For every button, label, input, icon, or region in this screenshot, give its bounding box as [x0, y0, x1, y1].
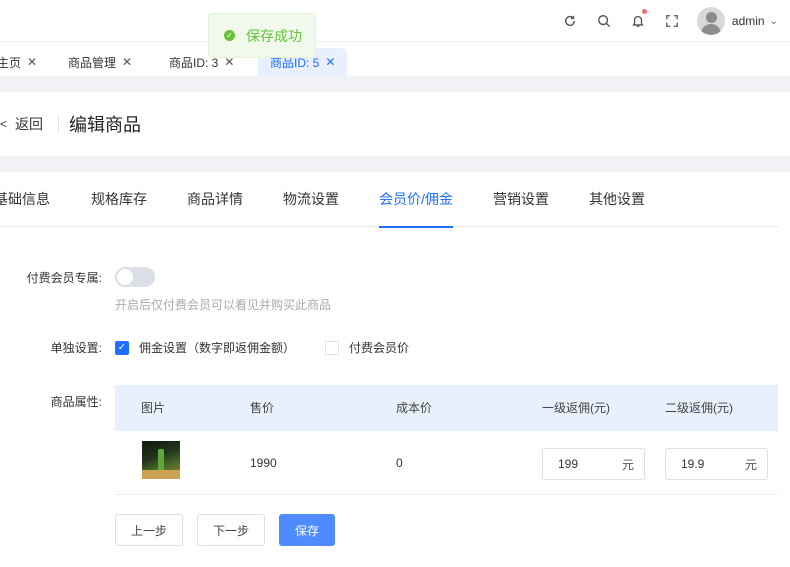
paid-member-switch[interactable] — [115, 267, 155, 287]
divider — [58, 115, 60, 133]
cell-price: 1990 — [250, 456, 277, 470]
tab-bar: 主页 ✕ 商品管理 ✕ 商品ID: 3 ✕ 商品ID: 5 ✕ — [0, 42, 790, 76]
section-tabs: 基础信息 规格库存 商品详情 物流设置 会员价/佣金 营销设置 其他设置 — [0, 172, 778, 228]
input-unit: 元 — [621, 457, 634, 472]
username: admin — [731, 14, 765, 28]
tab-basic-info[interactable]: 基础信息 — [0, 172, 50, 227]
input-unit: 元 — [744, 457, 757, 472]
level2-commission-input[interactable]: 19.9 元 — [665, 448, 768, 480]
check-icon: ✓ — [115, 340, 129, 355]
user-menu[interactable]: admin ⌄ — [696, 7, 778, 35]
top-header: admin ⌄ — [0, 0, 790, 42]
col-level2: 二级返佣(元) — [665, 401, 733, 415]
tab-product-manage[interactable]: 商品管理 ✕ — [56, 48, 144, 76]
tab-home[interactable]: 主页 ✕ — [0, 48, 49, 76]
commission-table: 图片 售价 成本价 一级返佣(元) 二级返佣(元) 1990 0 199 元 1… — [115, 385, 778, 495]
chevron-left-icon: < — [0, 117, 8, 131]
switch-knob — [117, 269, 133, 285]
table-row: 1990 0 199 元 19.9 元 — [115, 431, 778, 495]
back-button[interactable]: < 返回 — [0, 114, 43, 134]
refresh-icon[interactable] — [553, 0, 587, 42]
tab-label: 商品管理 — [68, 55, 117, 70]
table-header: 图片 售价 成本价 一级返佣(元) 二级返佣(元) — [115, 385, 778, 431]
close-icon[interactable]: ✕ — [122, 55, 132, 69]
tab-product-detail[interactable]: 商品详情 — [187, 172, 243, 227]
prev-step-button[interactable]: 上一步 — [115, 514, 183, 546]
back-label: 返回 — [15, 116, 44, 132]
toast-message: 保存成功 — [246, 27, 302, 44]
input-value: 19.9 — [681, 457, 705, 471]
close-icon[interactable]: ✕ — [325, 55, 335, 69]
check-circle-icon: ✓ — [224, 30, 235, 41]
tab-label: 主页 — [0, 55, 22, 70]
separate-setting-label: 单独设置: — [50, 341, 102, 355]
header-actions: admin ⌄ — [553, 0, 778, 42]
edit-product-card: 基础信息 规格库存 商品详情 物流设置 会员价/佣金 营销设置 其他设置 付费会… — [0, 172, 790, 567]
paid-member-hint: 开启后仅付费会员可以看见并购买此商品 — [115, 298, 332, 312]
col-level1: 一级返佣(元) — [542, 401, 610, 415]
commission-checkbox-label: 佣金设置（数字即返佣金额） — [139, 341, 296, 355]
tab-member-commission[interactable]: 会员价/佣金 — [379, 172, 453, 228]
checkbox-box — [325, 340, 339, 355]
notification-dot — [641, 9, 647, 14]
tab-marketing[interactable]: 营销设置 — [493, 172, 549, 227]
bell-icon[interactable] — [621, 0, 655, 42]
search-icon[interactable] — [587, 0, 621, 42]
tab-spec-stock[interactable]: 规格库存 — [91, 172, 147, 227]
avatar — [696, 7, 725, 35]
page-header: < 返回 编辑商品 — [0, 92, 790, 156]
tab-logistics[interactable]: 物流设置 — [283, 172, 339, 227]
tab-other[interactable]: 其他设置 — [589, 172, 645, 227]
level1-commission-input[interactable]: 199 元 — [542, 448, 645, 480]
fullscreen-icon[interactable] — [655, 0, 689, 42]
close-icon[interactable]: ✕ — [27, 55, 37, 69]
chevron-down-icon: ⌄ — [769, 15, 778, 27]
member-price-checkbox-label: 付费会员价 — [349, 341, 410, 355]
commission-checkbox[interactable]: ✓ 佣金设置（数字即返佣金额） — [115, 339, 295, 356]
input-value: 199 — [558, 457, 579, 471]
col-price: 售价 — [250, 401, 275, 415]
page-title: 编辑商品 — [69, 115, 142, 135]
success-toast: ✓ 保存成功 — [208, 13, 316, 58]
save-button[interactable]: 保存 — [279, 514, 335, 546]
col-cost: 成本价 — [396, 401, 433, 415]
paid-member-label: 付费会员专属: — [26, 271, 102, 285]
next-step-button[interactable]: 下一步 — [197, 514, 265, 546]
col-image: 图片 — [141, 401, 166, 415]
member-price-checkbox[interactable]: 付费会员价 — [325, 339, 409, 356]
cell-cost: 0 — [396, 456, 403, 470]
product-image — [142, 441, 180, 479]
product-attr-label: 商品属性: — [50, 395, 102, 409]
